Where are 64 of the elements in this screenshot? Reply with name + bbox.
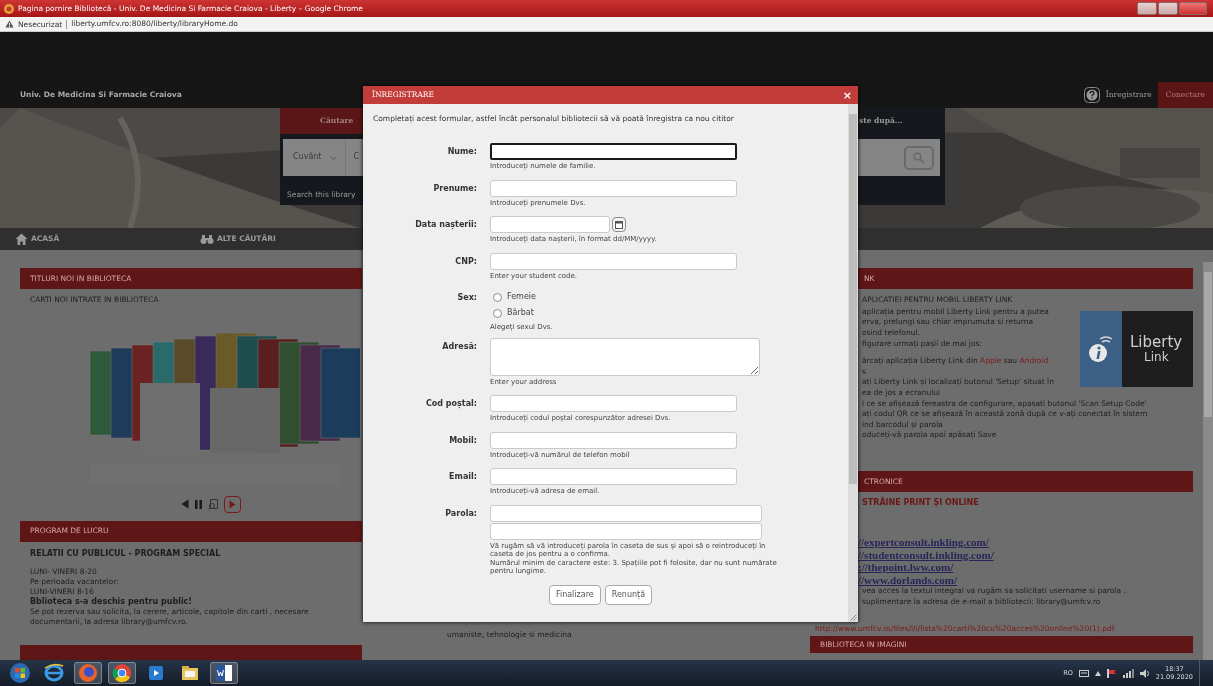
field-label: Cod poștal:	[424, 398, 477, 410]
resize-grip-icon[interactable]	[850, 614, 857, 621]
signal-icon[interactable]	[1122, 668, 1134, 678]
minimize-button[interactable]	[1137, 2, 1157, 15]
caret-icon	[329, 155, 337, 160]
pause-icon[interactable]	[195, 499, 202, 509]
notice-text: Bblioteca s-a deschis pentru public!	[30, 597, 193, 608]
option-label: Bărbat	[507, 307, 534, 319]
speaker-icon[interactable]	[1139, 668, 1150, 678]
search-icon	[913, 151, 925, 164]
previous-icon[interactable]	[181, 499, 189, 510]
resource-link[interactable]: //expertconsult.inkling.com/	[858, 536, 1193, 549]
info-icon	[1088, 333, 1114, 364]
logo-text: Link	[1144, 349, 1169, 364]
search-button[interactable]	[904, 145, 934, 170]
word-icon[interactable]	[213, 662, 235, 684]
field-label: Email:	[448, 471, 477, 483]
browser-icon[interactable]	[43, 662, 65, 684]
calendar-icon	[615, 220, 623, 229]
input-field[interactable]	[490, 143, 737, 160]
address-field[interactable]	[490, 337, 760, 376]
close-button[interactable]: ×	[842, 89, 852, 101]
password-field[interactable]	[490, 522, 762, 540]
warning-icon	[5, 20, 14, 28]
radio-button[interactable]	[493, 292, 502, 302]
logo-text: Liberty	[1130, 333, 1184, 350]
app-icon	[4, 3, 14, 14]
keyboard-icon[interactable]	[1078, 669, 1089, 677]
zoom-icon[interactable]	[208, 498, 218, 510]
search-field[interactable]: C	[353, 152, 360, 163]
radio-button[interactable]	[493, 308, 502, 318]
calendar-button[interactable]	[612, 217, 626, 232]
resource-link[interactable]: //studentconsult.inkling.com/	[858, 548, 1193, 562]
expand-icon[interactable]	[1094, 670, 1101, 676]
section-title: RELATII CU PUBLICUL - PROGRAM SPECIAL	[30, 548, 222, 560]
field-label: Parola:	[444, 507, 477, 520]
option-label: Femeie	[507, 291, 536, 303]
field-label: Adresă:	[441, 340, 477, 353]
submit-button[interactable]: Finalizare	[548, 584, 601, 605]
start-button[interactable]	[9, 662, 31, 684]
resource-link[interactable]: ://thepoint.lww.com/	[858, 561, 1193, 574]
flag-icon[interactable]	[1106, 668, 1117, 678]
field-label: Mobil:	[448, 434, 477, 447]
browser-icon[interactable]	[111, 662, 133, 684]
play-icon	[229, 499, 236, 509]
cancel-button[interactable]: Renunță	[604, 584, 653, 605]
help-icon[interactable]	[1083, 87, 1100, 103]
password-field[interactable]	[490, 504, 762, 522]
home-icon	[15, 233, 28, 245]
binoculars-icon	[200, 233, 214, 245]
scrollbar[interactable]	[1203, 262, 1213, 660]
maximize-button[interactable]	[1158, 2, 1178, 15]
field-label: Data nașterii:	[414, 219, 477, 232]
next-button[interactable]	[224, 495, 241, 513]
field-label: CNP:	[454, 255, 477, 268]
field-label: Sex:	[456, 292, 477, 304]
field-label: Nume:	[446, 146, 477, 158]
search-type-select[interactable]: Cuvânt	[293, 139, 346, 176]
section-title: STRĂINE PRINT ȘI ONLINE	[862, 497, 980, 509]
field-label: Prenume:	[432, 182, 477, 195]
resource-link[interactable]: //www.dorlands.com/	[858, 573, 1193, 587]
date-field[interactable]	[490, 216, 610, 233]
close-button[interactable]	[1179, 2, 1207, 15]
scrollbar[interactable]	[848, 104, 858, 622]
